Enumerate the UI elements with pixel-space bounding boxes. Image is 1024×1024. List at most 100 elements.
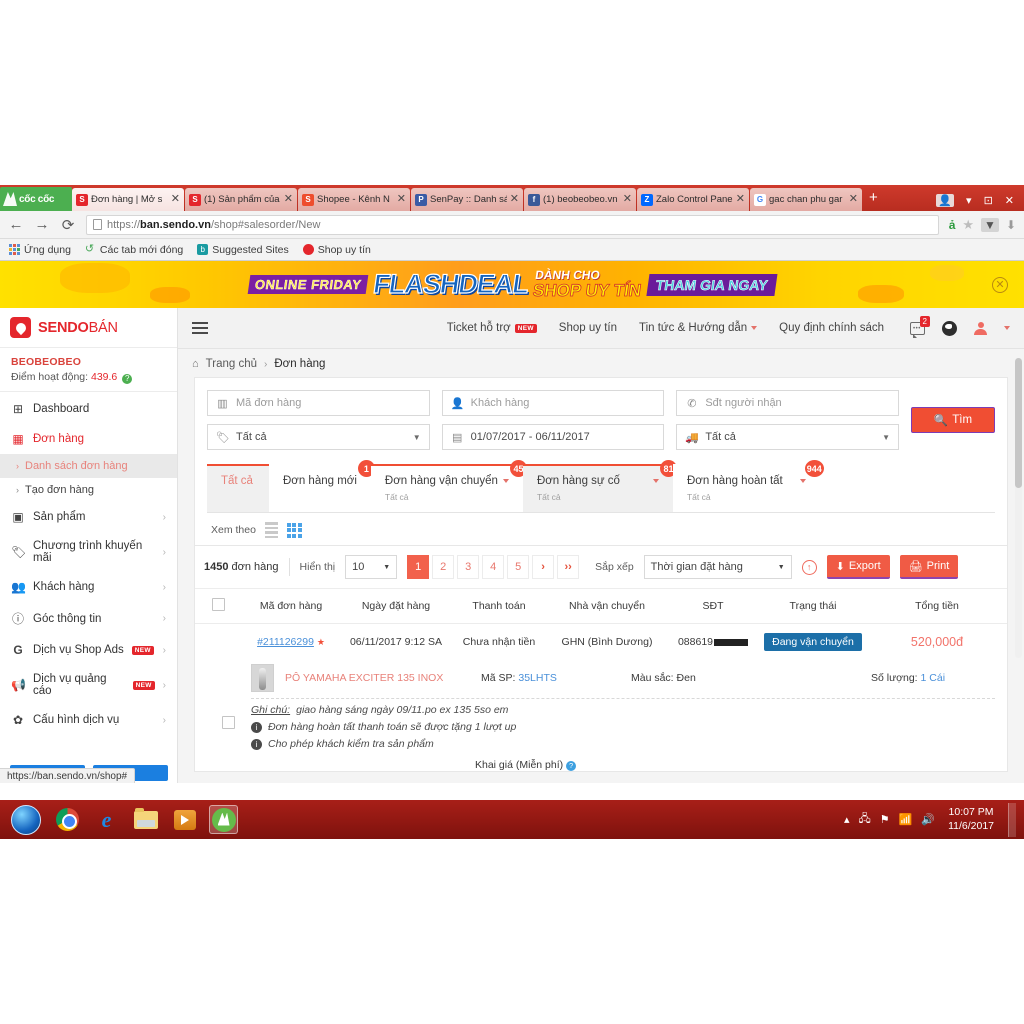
page-button-5[interactable]: 5	[507, 555, 530, 579]
date-range-input[interactable]: ▤ 01/07/2017 - 06/11/2017	[441, 424, 665, 450]
browser-tab[interactable]: Z Zalo Control Pane ✕	[637, 188, 749, 211]
flashdeal-banner[interactable]: ONLINE FRIDAY FLASHDEAL DÀNH CHO SHOP UY…	[0, 261, 1024, 308]
help-circle-icon[interactable]: ↑	[801, 559, 817, 575]
shipping-select[interactable]: 🚚 Tất cả ▼	[676, 424, 899, 450]
sidebar-item-shop-ads[interactable]: G Dịch vụ Shop Ads NEW ›	[0, 635, 177, 665]
browser-tab[interactable]: G gac chan phu gar ✕	[750, 188, 862, 211]
signal-icon[interactable]: 📶	[899, 813, 913, 826]
page-button-2[interactable]: 2	[432, 555, 455, 579]
nav-policy[interactable]: Quy định chính sách	[779, 322, 884, 334]
table-row[interactable]: #211126299 ★ 06/11/2017 9:12 SA Chưa nhậ…	[195, 624, 1007, 661]
show-hidden-icon[interactable]: ▴	[844, 813, 850, 826]
export-button[interactable]: ⬇ Export	[826, 555, 890, 579]
row-checkbox[interactable]	[222, 716, 235, 729]
nav-news-guide[interactable]: Tin tức & Hướng dẫn	[639, 322, 758, 334]
close-icon[interactable]: ✕	[171, 194, 180, 205]
product-name[interactable]: PÔ YAMAHA EXCITER 135 INOX	[285, 672, 481, 684]
close-icon[interactable]: ✕	[510, 194, 519, 205]
close-window-button[interactable]: ✕	[1005, 194, 1014, 207]
order-id-link[interactable]: #211126299	[257, 636, 314, 648]
nav-ticket-support[interactable]: Ticket hỗ trợ NEW	[447, 322, 537, 334]
close-icon[interactable]: ✕	[397, 194, 406, 205]
user-profile-icon[interactable]: 👤	[936, 194, 955, 207]
sidebar-item-orders[interactable]: ▦ Đơn hàng	[0, 424, 177, 454]
product-thumbnail[interactable]	[251, 664, 274, 692]
show-desktop-button[interactable]	[1008, 802, 1016, 837]
bookmark-star-icon[interactable]: ★	[962, 217, 974, 233]
sendo-brand[interactable]: SENDOBÁN	[0, 308, 177, 348]
chat-icon[interactable]: ••• 2	[910, 315, 930, 338]
close-icon[interactable]: ✕	[623, 194, 632, 205]
avatar[interactable]	[974, 321, 987, 335]
taskbar-file-explorer-icon[interactable]	[131, 805, 160, 834]
sidebar-item-customers[interactable]: 👥 Khách hàng ›	[0, 572, 177, 602]
browser-tab[interactable]: S Shopee - Kênh N ✕	[298, 188, 410, 211]
hamburger-icon[interactable]	[192, 322, 208, 334]
last-page-button[interactable]: ››	[557, 555, 580, 579]
select-all-checkbox[interactable]	[211, 598, 225, 611]
sidebar-item-service-config[interactable]: ✿ Cấu hình dịch vụ ›	[0, 705, 177, 735]
browser-tab[interactable]: P SenPay :: Danh sá ✕	[411, 188, 523, 211]
phone-input[interactable]: ✆ Sđt người nhận	[676, 390, 899, 416]
page-button-4[interactable]: 4	[482, 555, 505, 579]
print-button[interactable]: 🖨 Print	[899, 555, 959, 579]
browser-tab[interactable]: S Đơn hàng | Mở s ✕	[72, 188, 184, 211]
sidebar-item-products[interactable]: ▣ Sản phẩm ›	[0, 502, 177, 532]
sidebar-item-dashboard[interactable]: ⊞ Dashboard	[0, 394, 177, 424]
list-view-icon[interactable]	[264, 522, 278, 538]
sidebar-item-info[interactable]: ⓘ Góc thông tin ›	[0, 602, 177, 635]
banner-cta[interactable]: THAM GIA NGAY	[646, 273, 777, 296]
maximize-button[interactable]: ⊡	[984, 194, 993, 207]
tab-problem-orders[interactable]: Đơn hàng sự cố Tất cả 81	[522, 460, 677, 512]
browser-tab[interactable]: f (1) beobeobeo.vn ✕	[524, 188, 636, 211]
tag-select[interactable]: 🏷 Tất cả ▼	[207, 424, 430, 450]
chevron-down-icon[interactable]	[1004, 326, 1010, 330]
globe-icon[interactable]	[942, 320, 957, 336]
taskbar-chrome-icon[interactable]	[53, 805, 82, 834]
action-center-icon[interactable]: ⚑	[880, 813, 890, 826]
next-page-button[interactable]: ›	[532, 555, 555, 579]
taskbar-internet-explorer-icon[interactable]: e	[92, 805, 121, 834]
bookmark-shop-uy-tin[interactable]: Shop uy tín	[302, 244, 371, 256]
browser-tab[interactable]: S (1) Sản phẩm của ✕	[185, 188, 297, 211]
page-info-icon[interactable]	[93, 219, 102, 230]
page-button-3[interactable]: 3	[457, 555, 480, 579]
tab-completed-orders[interactable]: Đơn hàng hoàn tất Tất cả 944	[672, 460, 824, 512]
minimize-button[interactable]: ▾	[966, 194, 972, 207]
bookmark-recent-tabs[interactable]: ↺ Các tab mới đóng	[85, 244, 183, 256]
network-error-icon[interactable]: 🖧	[859, 810, 871, 829]
sidebar-item-advertising[interactable]: 📢 Dịch vụ quảng cáo NEW ›	[0, 665, 177, 705]
download-icon[interactable]: ⬇	[1006, 218, 1016, 232]
grid-view-icon[interactable]	[286, 522, 302, 538]
coccoc-home-button[interactable]: cốc cốc	[0, 187, 72, 211]
volume-icon[interactable]: 🔊	[921, 813, 935, 826]
translate-icon[interactable]: ả	[949, 218, 956, 232]
search-button[interactable]: 🔍 Tìm	[911, 407, 995, 433]
taskbar-media-player-icon[interactable]	[170, 805, 199, 834]
help-icon[interactable]: ?	[122, 374, 133, 384]
start-button[interactable]	[11, 804, 41, 835]
clock[interactable]: 10:07 PM 11/6/2017	[944, 806, 994, 832]
back-icon[interactable]: ←	[8, 216, 24, 233]
taskbar-coc-coc-icon[interactable]	[209, 805, 238, 834]
bookmark-apps[interactable]: Ứng dụng	[9, 244, 71, 256]
nav-shop-uy-tin[interactable]: Shop uy tín	[559, 322, 617, 334]
page-size-select[interactable]: 10 ▼	[345, 555, 398, 579]
page-scrollbar[interactable]	[1015, 358, 1022, 658]
sidebar-subitem-order-list[interactable]: › Danh sách đơn hàng	[0, 454, 177, 478]
bookmark-suggested-sites[interactable]: b Suggested Sites	[197, 244, 289, 256]
close-icon[interactable]: ✕	[284, 194, 293, 205]
tab-new-orders[interactable]: Đơn hàng mới 1	[269, 460, 375, 512]
download-box-icon[interactable]: ▼	[981, 217, 999, 232]
sidebar-subitem-create-order[interactable]: › Tạo đơn hàng	[0, 478, 177, 502]
close-icon[interactable]: ✕	[736, 194, 745, 205]
banner-close-icon[interactable]: ✕	[992, 276, 1008, 293]
sort-select[interactable]: Thời gian đặt hàng ▼	[643, 555, 792, 579]
order-code-input[interactable]: ▥ Mã đơn hàng	[207, 390, 430, 416]
scrollbar-thumb[interactable]	[1015, 358, 1022, 488]
reload-icon[interactable]: ⟳	[60, 216, 76, 234]
customer-input[interactable]: 👤 Khách hàng	[441, 390, 665, 416]
tab-all-orders[interactable]: Tất cả	[207, 464, 269, 512]
url-input[interactable]: https://ban.sendo.vn/shop#salesorder/New	[86, 214, 939, 235]
new-tab-button[interactable]: +	[863, 189, 886, 208]
